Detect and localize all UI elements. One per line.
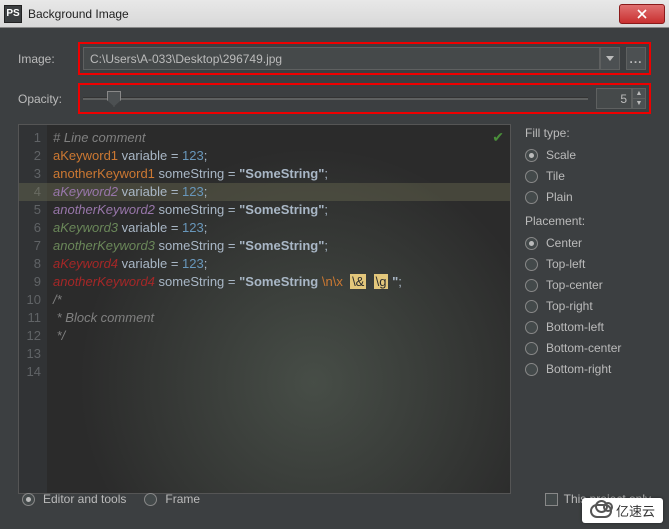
opacity-row: Opacity: ▲ ▼ (18, 83, 651, 114)
chevron-up-icon[interactable]: ▲ (633, 89, 645, 99)
image-path-input[interactable] (83, 47, 600, 70)
fill-option-scale[interactable]: Scale (525, 148, 651, 162)
cloud-icon (590, 504, 612, 518)
placement-option-top-right[interactable]: Top-right (525, 299, 651, 313)
close-icon (637, 9, 647, 19)
image-dropdown-button[interactable] (600, 47, 620, 70)
placement-option-top-left[interactable]: Top-left (525, 257, 651, 271)
chevron-down-icon (606, 56, 614, 61)
opacity-spinner[interactable]: ▲ ▼ (632, 88, 646, 109)
radio-icon (525, 237, 538, 250)
radio-icon (525, 170, 538, 183)
placement-option-center[interactable]: Center (525, 236, 651, 250)
radio-icon (525, 258, 538, 271)
radio-icon (525, 300, 538, 313)
watermark: 亿速云 (582, 498, 663, 523)
image-row: Image: ... (18, 42, 651, 75)
radio-icon (525, 279, 538, 292)
placement-option-bottom-center[interactable]: Bottom-center (525, 341, 651, 355)
opacity-row-highlight: ▲ ▼ (78, 83, 651, 114)
radio-icon (525, 149, 538, 162)
opacity-slider[interactable] (83, 90, 588, 108)
code-area: # Line comment aKeyword1 variable = 123;… (47, 125, 510, 493)
radio-icon (144, 493, 157, 506)
radio-icon (525, 363, 538, 376)
chevron-down-icon[interactable]: ▼ (633, 99, 645, 108)
close-button[interactable] (619, 4, 665, 24)
placement-option-top-center[interactable]: Top-center (525, 278, 651, 292)
radio-icon (525, 321, 538, 334)
slider-thumb-icon[interactable] (107, 91, 121, 107)
project-only-checkbox[interactable] (545, 493, 558, 506)
options-panel: Fill type: Scale Tile Plain Placement: Cen… (511, 124, 651, 494)
window-title: Background Image (28, 7, 619, 21)
radio-icon (525, 191, 538, 204)
opacity-label: Opacity: (18, 92, 78, 106)
app-icon: PS (4, 5, 22, 23)
titlebar: PS Background Image (0, 0, 669, 28)
radio-icon (22, 493, 35, 506)
image-label: Image: (18, 52, 78, 66)
fill-option-tile[interactable]: Tile (525, 169, 651, 183)
opacity-value-input[interactable] (596, 88, 632, 109)
code-preview: ✔ 1234567891011121314 # Line comment aKe… (18, 124, 511, 494)
line-gutter: 1234567891011121314 (19, 125, 47, 493)
showin-editor-and-tools[interactable]: Editor and tools (22, 492, 126, 506)
placement-option-bottom-right[interactable]: Bottom-right (525, 362, 651, 376)
radio-icon (525, 342, 538, 355)
image-row-highlight: ... (78, 42, 651, 75)
placement-option-bottom-left[interactable]: Bottom-left (525, 320, 651, 334)
watermark-text: 亿速云 (616, 501, 655, 520)
fill-option-plain[interactable]: Plain (525, 190, 651, 204)
placement-heading: Placement: (525, 214, 651, 228)
bottom-bar: Editor and toolsFrame This project only (22, 485, 651, 513)
browse-button[interactable]: ... (626, 47, 646, 70)
showin-frame[interactable]: Frame (144, 492, 200, 506)
fill-heading: Fill type: (525, 126, 651, 140)
